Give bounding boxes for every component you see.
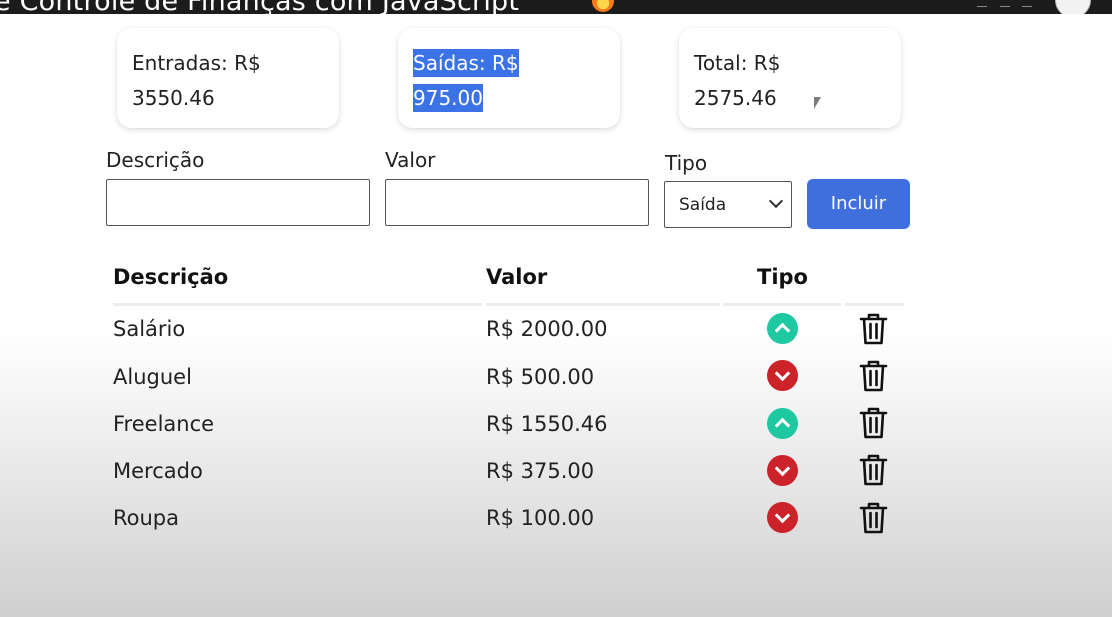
chevron-up-circle-icon (767, 408, 798, 439)
trash-icon[interactable] (858, 501, 889, 534)
window-icon[interactable] (1000, 0, 1010, 7)
expense-card: Saídas: R$ 975.00 (398, 28, 620, 128)
income-value: 3550.46 (132, 86, 215, 110)
description-label: Descrição (106, 148, 205, 172)
header-divider (486, 303, 720, 306)
table-header-type: Tipo (757, 265, 808, 289)
value-input[interactable] (385, 179, 649, 226)
type-label: Tipo (665, 151, 708, 175)
mouse-cursor-icon (814, 97, 821, 109)
star-icon[interactable] (1022, 0, 1032, 7)
total-card: Total: R$ 2575.46 (679, 28, 901, 128)
header-divider (113, 303, 482, 306)
include-button[interactable]: Incluir (807, 179, 910, 229)
value-label: Valor (385, 148, 436, 172)
video-title-bar: e Controle de Finanças com JavaScript (0, 0, 1112, 14)
fire-emoji-icon (592, 0, 614, 12)
table-header-description: Descrição (113, 265, 229, 289)
chevron-down-circle-icon (767, 360, 798, 391)
income-label: Entradas: R$ (132, 51, 261, 75)
row-description: Aluguel (113, 365, 192, 389)
table-header-value: Valor (486, 265, 548, 289)
row-description: Salário (113, 317, 186, 341)
row-description: Freelance (113, 412, 215, 436)
search-icon[interactable] (977, 0, 987, 7)
chevron-down-circle-icon (767, 502, 798, 533)
avatar[interactable] (1055, 0, 1091, 14)
row-value: R$ 375.00 (486, 459, 595, 483)
trash-icon[interactable] (858, 453, 889, 486)
expense-label: Saídas: R$ (413, 49, 519, 77)
type-select[interactable]: Saída (664, 181, 792, 228)
chevron-down-icon (768, 193, 784, 209)
expense-value: 975.00 (413, 84, 483, 112)
row-value: R$ 100.00 (486, 506, 595, 530)
chevron-up-circle-icon (767, 313, 798, 344)
row-value: R$ 2000.00 (486, 317, 608, 341)
trash-icon[interactable] (858, 312, 889, 345)
row-description: Mercado (113, 459, 203, 483)
header-divider (723, 303, 841, 306)
row-description: Roupa (113, 506, 180, 530)
total-label: Total: R$ (694, 51, 781, 75)
row-value: R$ 1550.46 (486, 412, 608, 436)
trash-icon[interactable] (858, 406, 889, 439)
trash-icon[interactable] (858, 359, 889, 392)
total-value: 2575.46 (694, 86, 777, 110)
header-divider (845, 303, 904, 306)
income-card: Entradas: R$ 3550.46 (117, 28, 339, 128)
row-value: R$ 500.00 (486, 365, 595, 389)
chevron-down-circle-icon (767, 455, 798, 486)
video-title: e Controle de Finanças com JavaScript (0, 0, 519, 14)
type-select-value: Saída (679, 195, 727, 215)
description-input[interactable] (106, 179, 370, 226)
